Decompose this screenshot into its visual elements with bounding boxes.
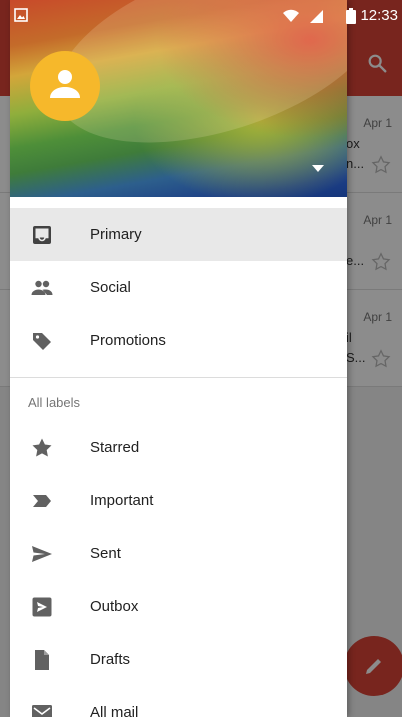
drawer-item-label: Primary — [90, 226, 142, 243]
status-bar: 12:33 — [0, 0, 402, 30]
wifi-icon — [282, 9, 300, 28]
drawer-item-starred[interactable]: Starred — [10, 421, 347, 474]
drawer-item-label: Social — [90, 279, 131, 296]
drawer-item-label: Starred — [90, 439, 140, 456]
drawer-item-label: Outbox — [90, 598, 139, 615]
drawer-item-sent[interactable]: Sent — [10, 527, 347, 580]
navigation-drawer: Primary Social Promotions All labels Sta… — [10, 0, 347, 717]
drawer-item-social[interactable]: Social — [10, 261, 347, 314]
signal-icon — [310, 10, 324, 28]
inbox-icon — [30, 223, 54, 247]
drawer-item-label: All mail — [90, 704, 139, 717]
star-icon — [30, 436, 54, 460]
person-icon — [50, 70, 80, 98]
battery-icon — [346, 8, 356, 29]
outbox-icon — [30, 595, 54, 619]
status-time: 12:33 — [360, 7, 398, 24]
drawer-item-label: Important — [90, 492, 154, 509]
drawer-item-primary[interactable]: Primary — [10, 208, 347, 261]
drawer-item-all-mail[interactable]: All mail — [10, 686, 347, 717]
drawer-item-label: Drafts — [90, 651, 131, 668]
mail-icon — [30, 701, 54, 717]
account-dropdown-icon[interactable] — [311, 160, 325, 178]
divider — [10, 377, 347, 378]
drawer-item-drafts[interactable]: Drafts — [10, 633, 347, 686]
drawer-item-promotions[interactable]: Promotions — [10, 314, 347, 367]
drawer-item-label: Promotions — [90, 332, 166, 349]
drawer-item-label: Sent — [90, 545, 121, 562]
people-icon — [30, 276, 54, 300]
section-header-all-labels: All labels — [28, 395, 81, 410]
draft-icon — [30, 648, 54, 672]
image-notification-icon — [14, 8, 28, 27]
drawer-item-outbox[interactable]: Outbox — [10, 580, 347, 633]
avatar[interactable] — [30, 51, 100, 121]
tag-icon — [30, 329, 54, 353]
drawer-item-important[interactable]: Important — [10, 474, 347, 527]
send-icon — [30, 542, 54, 566]
important-icon — [30, 489, 54, 513]
